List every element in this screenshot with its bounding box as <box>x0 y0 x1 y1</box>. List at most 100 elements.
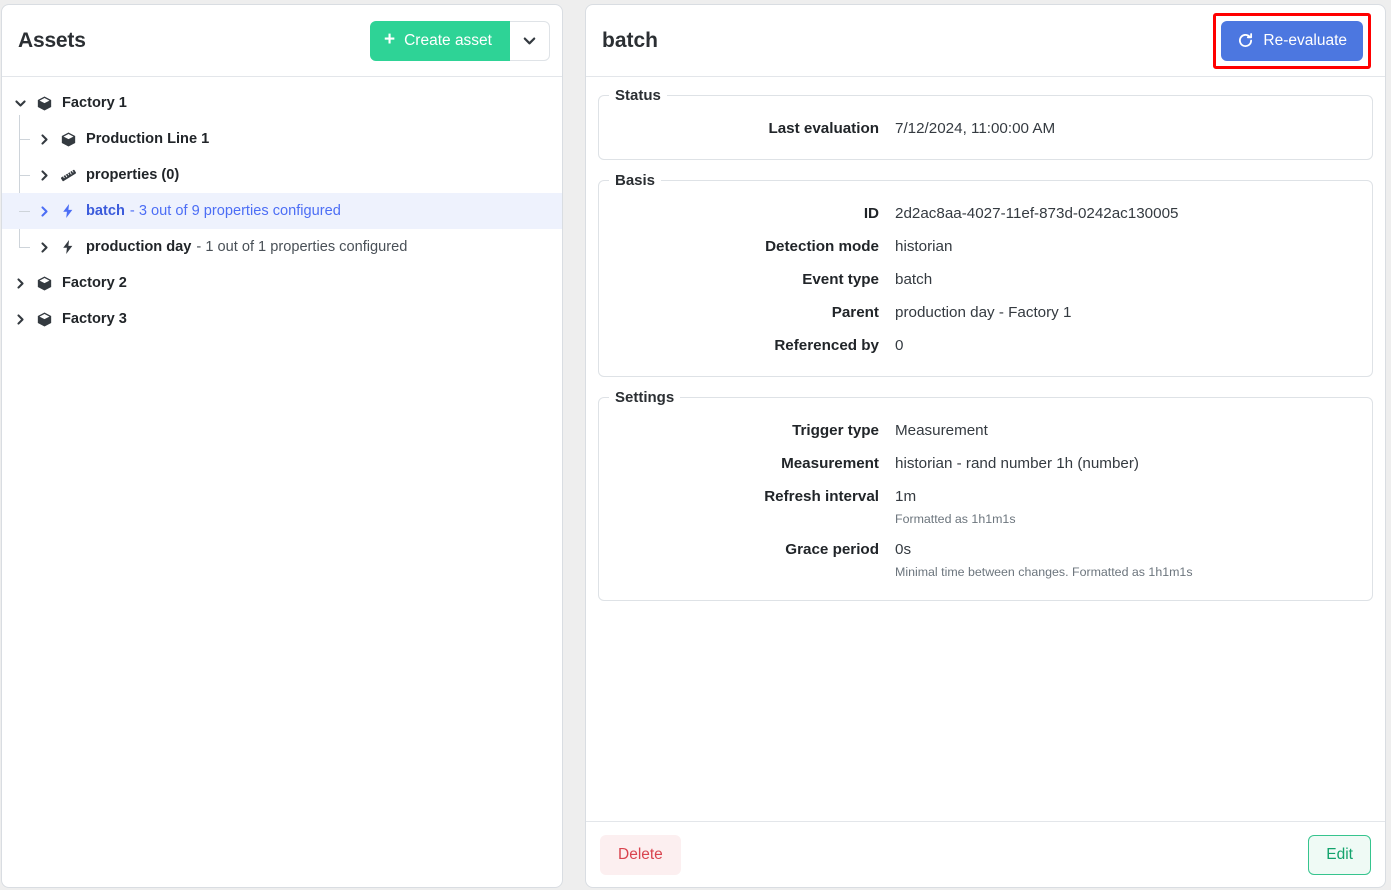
cube-icon <box>36 275 53 292</box>
field-value-wrapper: 2d2ac8aa-4027-11ef-873d-0242ac130005 <box>895 203 1178 224</box>
assets-header-actions: + Create asset <box>370 20 550 61</box>
edit-button[interactable]: Edit <box>1308 834 1371 875</box>
field-row: Referenced by 0 <box>599 329 1372 362</box>
cube-icon <box>36 311 53 328</box>
tree-expand-toggle[interactable] <box>10 309 30 329</box>
chevron-down-icon <box>14 97 27 110</box>
field-value-wrapper: historian <box>895 236 952 257</box>
field-label: Parent <box>831 304 879 321</box>
detail-body: Status Last evaluation 7/12/2024, 11:00:00… <box>586 77 1385 821</box>
field-label: Referenced by <box>774 337 879 354</box>
tree-expand-toggle[interactable] <box>34 129 54 149</box>
field-label: Detection mode <box>765 238 879 255</box>
chevron-right-icon <box>38 133 51 146</box>
field-value-wrapper: Measurement <box>895 420 988 441</box>
tree-item-properties-0[interactable]: properties (0) <box>2 157 562 193</box>
create-asset-dropdown-toggle[interactable] <box>510 20 550 61</box>
refresh-icon <box>1237 32 1254 49</box>
reevaluate-button[interactable]: Re-evaluate <box>1221 20 1363 61</box>
cube-icon <box>32 311 56 328</box>
group-legend: Status <box>615 87 661 104</box>
bolt-icon <box>56 203 80 219</box>
field-value-wrapper: 0s Minimal time between changes. Formatte… <box>895 539 1193 580</box>
delete-button[interactable]: Delete <box>600 834 681 875</box>
bolt-icon <box>56 239 80 255</box>
ruler-icon <box>56 166 80 185</box>
field-label: Last evaluation <box>768 120 879 137</box>
field-value: 1m <box>895 488 917 505</box>
cube-icon <box>32 275 56 292</box>
tree-expand-toggle[interactable] <box>34 237 54 257</box>
reevaluate-highlight-wrapper: Re-evaluate <box>1213 12 1371 69</box>
group-legend: Settings <box>615 389 675 406</box>
field-value-wrapper: 0 <box>895 335 903 356</box>
tree-item-label: Factory 2 <box>62 275 127 291</box>
field-value: production day - Factory 1 <box>895 304 1072 321</box>
field-label: Grace period <box>785 541 879 558</box>
field-row: Last evaluation 7/12/2024, 11:00:00 AM <box>599 112 1372 145</box>
field-row: Event type batch <box>599 263 1372 296</box>
field-value-wrapper: batch <box>895 269 932 290</box>
chevron-down-icon <box>522 33 537 48</box>
group-status: Status Last evaluation 7/12/2024, 11:00:00… <box>598 87 1373 160</box>
tree-item-label: Factory 1 <box>62 95 127 111</box>
tree-item-label: properties (0) <box>86 167 180 183</box>
field-value: historian - rand number 1h (number) <box>895 455 1139 472</box>
tree-expand-toggle[interactable] <box>34 165 54 185</box>
field-value: batch <box>895 271 933 288</box>
reevaluate-label: Re-evaluate <box>1263 31 1347 49</box>
group-basis: Basis ID 2d2ac8aa-4027-11ef-873d-0242ac130… <box>598 172 1373 377</box>
chevron-right-icon <box>38 241 51 254</box>
bolt-icon <box>60 203 76 219</box>
detail-title: batch <box>602 28 659 52</box>
tree-item-production-day[interactable]: production day - 1 out of 1 properties co… <box>2 229 562 265</box>
tree-item-subtitle: - 3 out of 9 properties configured <box>129 203 341 219</box>
tree-expand-toggle[interactable] <box>10 93 30 113</box>
tree-item-label: production day <box>86 239 192 255</box>
field-label: Event type <box>802 271 879 288</box>
cube-icon <box>56 131 80 148</box>
asset-tree[interactable]: Factory 1 Production Line 1 properties (0)… <box>2 77 562 887</box>
field-hint: Formatted as 1h1m1s <box>895 512 1016 526</box>
field-hint: Minimal time between changes. Formatted … <box>895 565 1193 579</box>
cube-icon <box>60 131 77 148</box>
tree-item-production-line-1[interactable]: Production Line 1 <box>2 121 562 157</box>
chevron-right-icon <box>14 277 27 290</box>
field-value: Measurement <box>895 422 988 439</box>
field-value: 0 <box>895 337 904 354</box>
tree-item-batch[interactable]: batch - 3 out of 9 properties configured <box>2 193 562 229</box>
field-row: Detection mode historian <box>599 230 1372 263</box>
tree-expand-toggle[interactable] <box>34 201 54 221</box>
field-row: Parent production day - Factory 1 <box>599 296 1372 329</box>
field-label: Measurement <box>781 455 879 472</box>
tree-item-subtitle: - 1 out of 1 properties configured <box>196 239 408 255</box>
create-asset-button[interactable]: + Create asset <box>370 20 510 61</box>
group-settings: Settings Trigger type Measurement Measureme… <box>598 389 1373 601</box>
tree-item-factory-2[interactable]: Factory 2 <box>2 265 562 301</box>
chevron-right-icon <box>38 169 51 182</box>
create-asset-label: Create asset <box>404 31 492 49</box>
field-row: Trigger type Measurement <box>599 414 1372 447</box>
assets-panel: Assets + Create asset Factory 1 Productio… <box>1 4 563 888</box>
cube-icon <box>36 95 53 112</box>
field-value-wrapper: 7/12/2024, 11:00:00 AM <box>895 118 1055 139</box>
cube-icon <box>32 95 56 112</box>
field-value-wrapper: production day - Factory 1 <box>895 302 1071 323</box>
field-value-wrapper: 1m Formatted as 1h1m1s <box>895 486 1016 527</box>
tree-children-group: Production Line 1 properties (0) batch - 3 … <box>2 115 562 265</box>
field-label: Trigger type <box>792 422 879 439</box>
tree-item-factory-1[interactable]: Factory 1 <box>2 85 562 121</box>
field-value-wrapper: historian - rand number 1h (number) <box>895 453 1139 474</box>
assets-panel-header: Assets + Create asset <box>2 5 562 77</box>
field-row: Grace period 0s Minimal time between chang… <box>599 533 1372 586</box>
tree-item-label: batch <box>86 203 125 219</box>
tree-item-factory-3[interactable]: Factory 3 <box>2 301 562 337</box>
tree-item-label: Production Line 1 <box>86 131 210 147</box>
bolt-icon <box>60 239 76 255</box>
field-row: ID 2d2ac8aa-4027-11ef-873d-0242ac130005 <box>599 197 1372 230</box>
chevron-right-icon <box>38 205 51 218</box>
tree-expand-toggle[interactable] <box>10 273 30 293</box>
field-value: 2d2ac8aa-4027-11ef-873d-0242ac130005 <box>895 205 1179 222</box>
detail-footer: Delete Edit <box>586 821 1385 887</box>
ruler-icon <box>59 166 78 185</box>
